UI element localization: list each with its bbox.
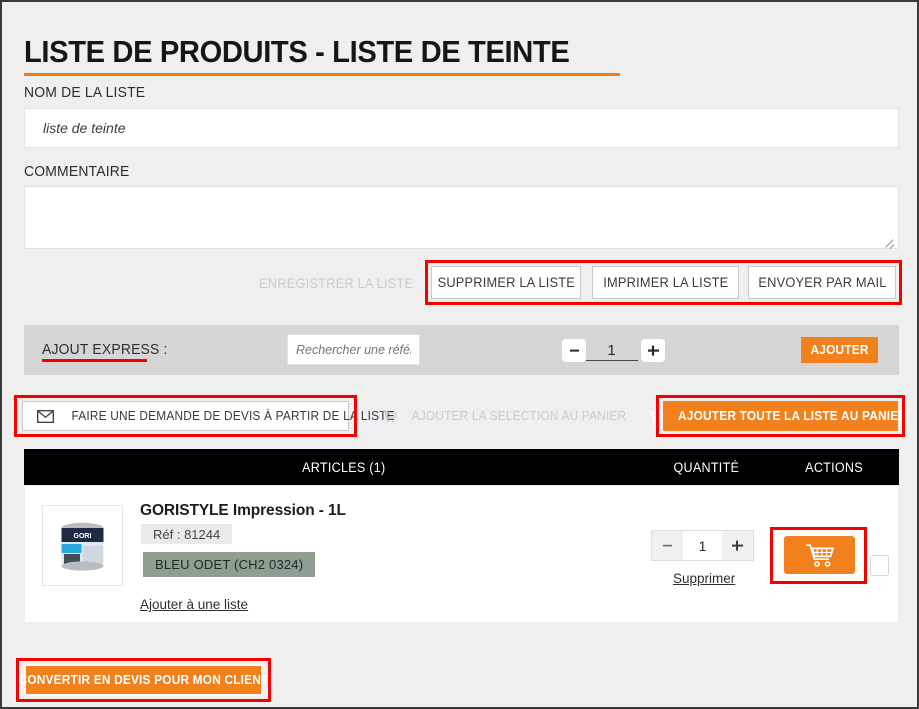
express-add-button-label: AJOUTER [810,343,869,357]
comment-textarea[interactable] [24,186,899,249]
table-header-bar [24,449,899,485]
delete-list-button[interactable]: SUPPRIMER LA LISTE [431,266,581,299]
product-reference: Réf : 81244 [141,524,233,544]
convert-to-quote-button[interactable]: CONVERTIR EN DEVIS POUR MON CLIENT [19,664,268,696]
annotation-express-underline [42,359,147,362]
express-add-button[interactable]: AJOUTER [801,337,878,363]
product-color-badge: BLEU ODET (CH2 0324) [143,552,316,577]
row-quantity-plus[interactable] [722,531,753,560]
comment-label: COMMENTAIRE [24,164,130,180]
page-title-block: LISTE DE PRODUITS - LISTE DE TEINTE [24,32,620,76]
table-header-articles: ARTICLES (1) [302,460,386,475]
list-name-input[interactable] [24,108,899,148]
list-name-label: NOM DE LA LISTE [24,85,146,101]
cart-icon [805,543,834,567]
express-search-input[interactable] [287,334,420,365]
add-selection-label: AJOUTER LA SELECTION AU PANIER [411,409,626,423]
add-to-list-link[interactable]: Ajouter à une liste [140,597,248,612]
row-quantity-value[interactable]: 1 [683,531,722,560]
cart-icon [382,410,397,423]
cart-icon [648,410,663,423]
svg-text:GORI: GORI [74,533,92,540]
table-header-actions: ACTIONS [805,460,863,475]
print-list-label: IMPRIMER LA LISTE [602,275,729,290]
row-select-checkbox[interactable] [870,555,889,576]
plus-icon [732,540,743,551]
row-quantity-stepper: 1 [651,530,754,561]
add-selection-to-cart-button[interactable]: AJOUTER LA SELECTION AU PANIER [382,402,626,430]
title-underline [24,73,620,76]
row-delete-link[interactable]: Supprimer [673,571,735,586]
row-add-to-cart-button[interactable] [784,536,855,574]
save-list-button[interactable]: ENREGISTRER LA LISTE [256,269,416,297]
product-list-page: LISTE DE PRODUITS - LISTE DE TEINTE NOM … [0,0,919,709]
express-quantity-minus[interactable] [562,339,586,362]
save-list-label: ENREGISTRER LA LISTE [258,275,414,291]
express-quantity-value: 1 [607,342,616,359]
print-list-button[interactable]: IMPRIMER LA LISTE [592,266,739,299]
page-title: LISTE DE PRODUITS - LISTE DE TEINTE [24,34,570,69]
delete-list-label: SUPPRIMER LA LISTE [437,275,575,290]
paint-can-icon: GORI [61,522,104,571]
row-quantity-minus[interactable] [652,531,683,560]
minus-icon [663,544,672,547]
send-mail-button[interactable]: ENVOYER PAR MAIL [748,266,896,299]
product-thumbnail[interactable]: GORI [42,505,123,586]
request-quote-button[interactable]: FAIRE UNE DEMANDE DE DEVIS À PARTIR DE L… [22,401,395,431]
add-all-to-cart-button[interactable]: AJOUTER TOUTE LA LISTE AU PANIER [648,401,907,431]
plus-icon [647,345,659,356]
product-name: GORISTYLE Impression - 1L [140,502,346,519]
send-mail-label: ENVOYER PAR MAIL [757,275,887,290]
add-all-label: AJOUTER TOUTE LA LISTE AU PANIER [677,409,908,423]
express-add-label: AJOUT EXPRESS : [42,342,168,358]
envelope-icon [37,409,54,423]
minus-icon [569,349,579,352]
request-quote-label: FAIRE UNE DEMANDE DE DEVIS À PARTIR DE L… [71,409,395,423]
express-quantity-underline [586,360,638,361]
table-header-quantity: QUANTITÉ [673,460,740,475]
convert-to-quote-label: CONVERTIR EN DEVIS POUR MON CLIENT [18,673,269,687]
express-quantity-plus[interactable] [641,339,665,362]
